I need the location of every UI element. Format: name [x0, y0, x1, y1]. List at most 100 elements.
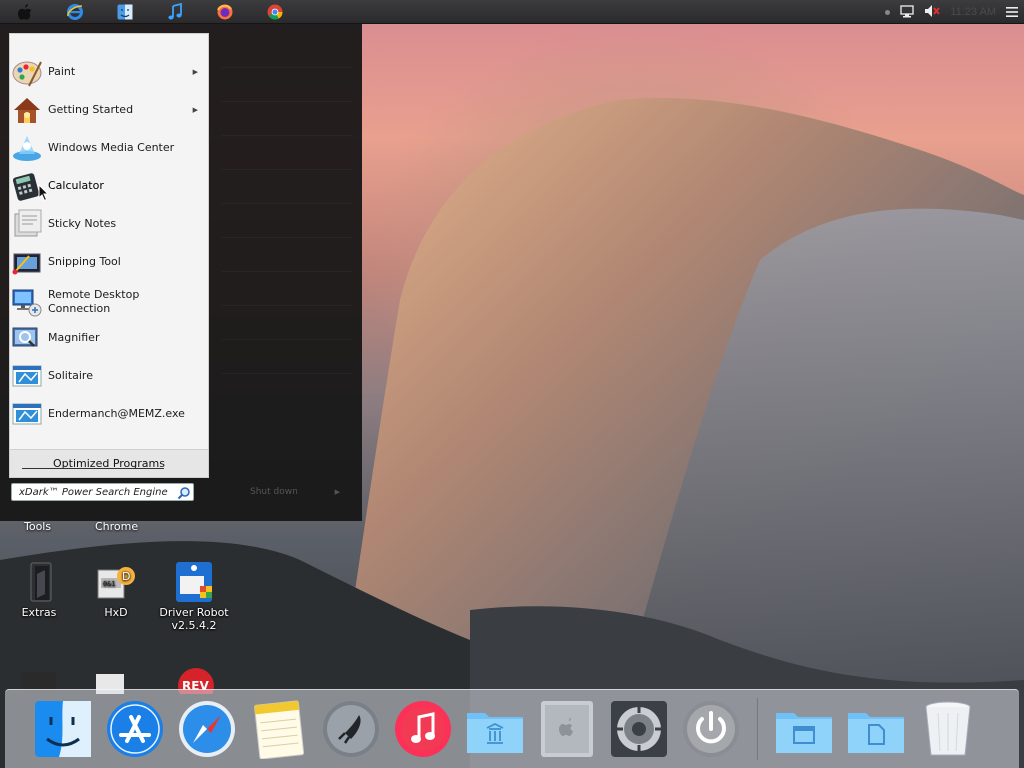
notes-icon [254, 700, 305, 759]
dock-itunes[interactable] [387, 693, 459, 765]
program-label: Magnifier [48, 331, 100, 344]
desktop-icon-label-tools[interactable]: Tools [24, 520, 51, 533]
driver-robot-icon [172, 560, 216, 604]
right-column-item[interactable] [222, 204, 352, 238]
desktop-icon-hxd[interactable]: 0&1 D HxD [80, 560, 152, 619]
magnifier-icon [11, 322, 43, 354]
dock-power[interactable] [675, 693, 747, 765]
right-column-item[interactable] [222, 306, 352, 340]
snipping-tool-icon [11, 246, 43, 278]
search-placeholder: xDark™ Power Search Engine [19, 486, 168, 498]
shutdown-label: Shut down [250, 487, 298, 497]
shutdown-button[interactable]: Shut down ▶ [250, 483, 340, 501]
dock [5, 689, 1019, 768]
internet-explorer-icon[interactable] [50, 0, 100, 24]
solitaire-icon [11, 360, 43, 392]
itunes-icon [395, 701, 451, 757]
applications-folder-icon [467, 713, 523, 753]
svg-text:D: D [122, 570, 130, 583]
chrome-icon[interactable] [250, 0, 300, 24]
right-column-item[interactable] [222, 238, 352, 272]
finder-face-icon[interactable] [100, 0, 150, 24]
right-column-item[interactable] [222, 102, 352, 136]
dock-applications-folder[interactable] [459, 693, 531, 765]
right-column-item[interactable] [222, 68, 352, 102]
right-column-item[interactable] [222, 272, 352, 306]
dock-documents-stack[interactable] [768, 693, 840, 765]
program-label: Getting Started [48, 103, 134, 116]
desktop-icon-label: Extras [21, 606, 57, 619]
extras-folder-icon [17, 560, 61, 604]
submenu-arrow-icon: ▶ [192, 106, 198, 114]
program-label: Paint [48, 65, 76, 78]
dock-finder[interactable] [27, 693, 99, 765]
shutdown-arrow-icon[interactable]: ▶ [335, 488, 340, 496]
right-column-item[interactable] [222, 170, 352, 204]
dot-icon [885, 9, 891, 15]
desktop-icon-extras[interactable]: Extras [3, 560, 75, 619]
media-center-icon [11, 132, 43, 164]
program-label: Solitaire [48, 369, 93, 382]
mouse-cursor-icon [38, 184, 50, 202]
volume-muted-icon[interactable] [924, 3, 941, 22]
power-icon [683, 701, 739, 757]
desktop-icon-label: Driver Robot v2.5.4.2 [159, 606, 229, 632]
program-snipping-tool[interactable]: Snipping Tool [10, 243, 208, 281]
program-paint[interactable]: Paint ▶ [10, 53, 208, 91]
svg-text:0&1: 0&1 [103, 580, 116, 588]
right-column-item[interactable] [222, 136, 352, 170]
music-note-icon[interactable] [150, 0, 200, 24]
program-remote-desktop-connection[interactable]: Remote Desktop Connection [10, 283, 208, 321]
program-windows-media-center[interactable]: Windows Media Center [10, 129, 208, 167]
clock[interactable]: 11:23 AM [950, 6, 996, 18]
firefox-icon[interactable] [200, 0, 250, 24]
program-list: Paint ▶ Getting Started ▶ Windows Media … [9, 33, 209, 478]
dock-downloads-stack[interactable] [840, 693, 912, 765]
dock-trash[interactable] [912, 693, 984, 765]
hxd-icon: 0&1 D [94, 560, 138, 604]
paint-palette-icon [11, 56, 43, 88]
submenu-arrow-icon: ▶ [192, 68, 198, 76]
dock-notes[interactable] [243, 693, 315, 765]
dock-safari[interactable] [171, 693, 243, 765]
desktop-icon-driver-robot[interactable]: Driver Robot v2.5.4.2 [158, 560, 230, 632]
desktop-icon-label: HxD [104, 606, 128, 619]
program-endermanch-memz[interactable]: Endermanch@MEMZ.exe [10, 395, 208, 433]
desktop-icon-label-chrome[interactable]: Chrome [95, 520, 138, 533]
trash-icon [925, 701, 971, 756]
dock-system-preferences[interactable] [603, 693, 675, 765]
system-tray: 11:23 AM [885, 0, 1018, 24]
right-column-item[interactable] [222, 34, 352, 68]
mac-pro-icon [541, 701, 593, 757]
search-icon[interactable] [177, 485, 191, 500]
program-label: Calculator [48, 179, 104, 192]
documents-folder-icon [776, 713, 832, 753]
getting-started-icon [11, 94, 43, 126]
apple-icon[interactable] [0, 0, 50, 24]
network-icon[interactable] [900, 3, 914, 22]
dock-launchpad[interactable] [315, 693, 387, 765]
program-label: Windows Media Center [48, 141, 175, 154]
start-menu-right-column [222, 34, 352, 464]
dock-app-store[interactable] [99, 693, 171, 765]
dock-separator [757, 698, 758, 760]
search-frame [22, 468, 164, 478]
sticky-notes-icon [11, 208, 43, 240]
menu-icon[interactable] [1006, 3, 1018, 22]
launchpad-icon [323, 701, 379, 757]
right-column-item[interactable] [222, 340, 352, 374]
program-solitaire[interactable]: Solitaire [10, 357, 208, 395]
exe-window-icon [11, 398, 43, 430]
program-label: Endermanch@MEMZ.exe [48, 407, 185, 420]
program-label: Remote Desktop Connection [48, 288, 140, 315]
dock-mac-pro[interactable] [531, 693, 603, 765]
program-label: Sticky Notes [48, 217, 117, 230]
top-menu-bar: 11:23 AM [0, 0, 1024, 24]
program-magnifier[interactable]: Magnifier [10, 319, 208, 357]
program-getting-started[interactable]: Getting Started ▶ [10, 91, 208, 129]
safari-icon [179, 701, 235, 757]
program-sticky-notes[interactable]: Sticky Notes [10, 205, 208, 243]
start-menu: Paint ▶ Getting Started ▶ Windows Media … [0, 24, 362, 521]
app-store-icon [107, 701, 163, 757]
search-input[interactable]: xDark™ Power Search Engine [11, 483, 194, 501]
